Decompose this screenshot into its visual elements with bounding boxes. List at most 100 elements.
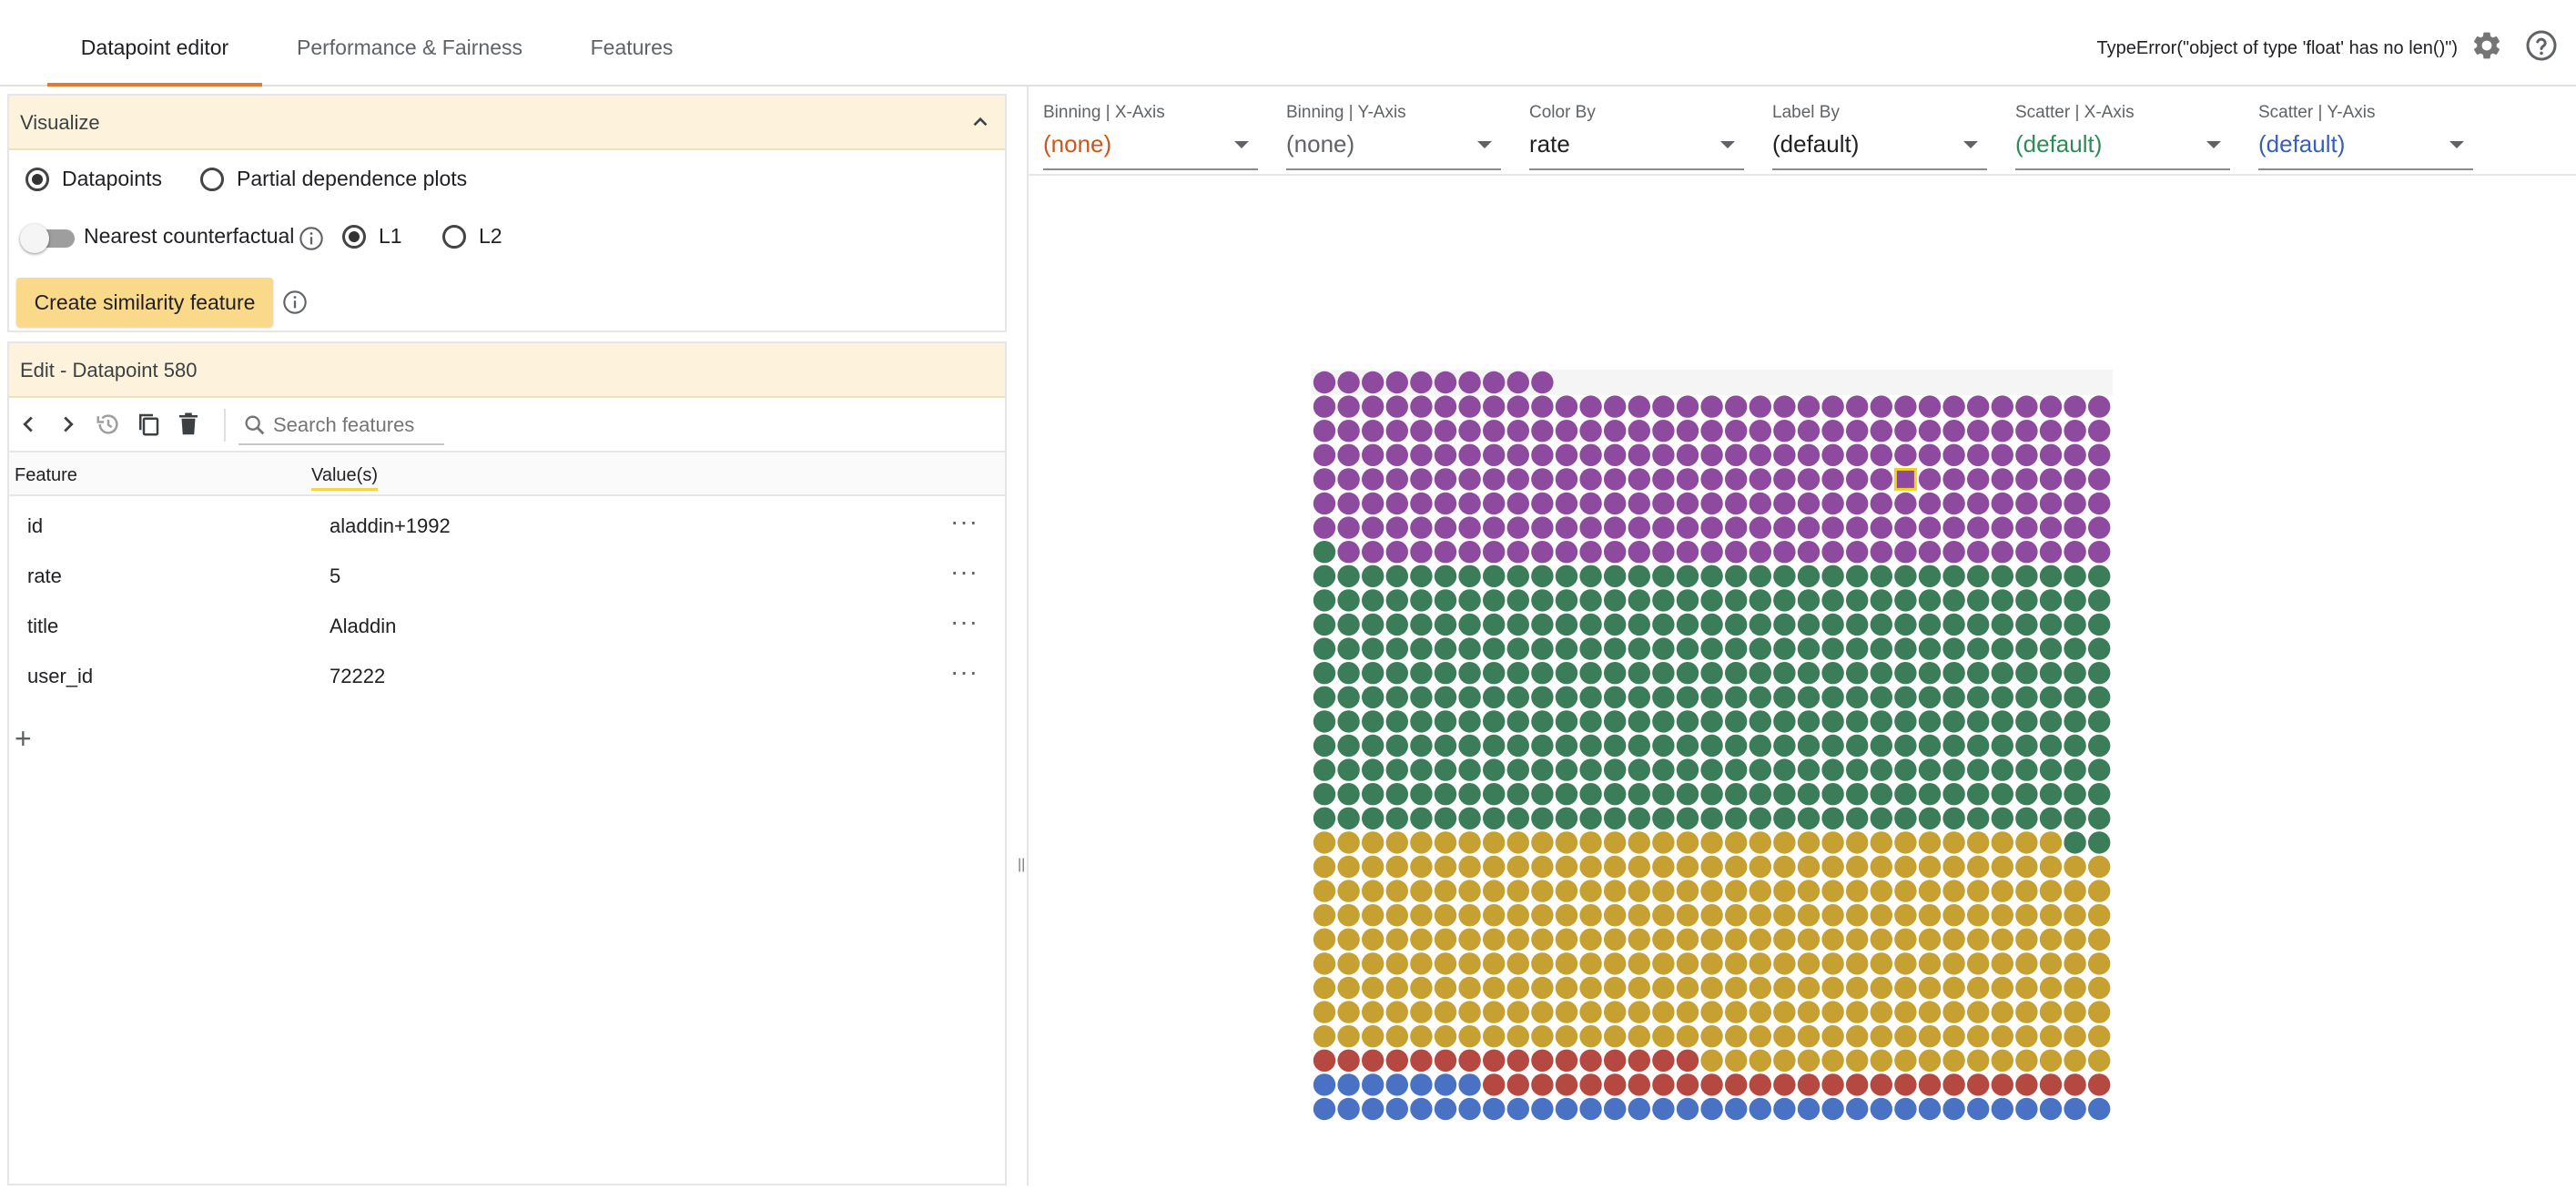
- datapoint[interactable]: [1652, 492, 1675, 515]
- datapoint[interactable]: [1652, 589, 1675, 612]
- datapoint[interactable]: [1579, 637, 1602, 660]
- datapoint[interactable]: [1991, 420, 2013, 442]
- datapoint[interactable]: [1942, 710, 1965, 733]
- datapoint[interactable]: [1555, 976, 1578, 1000]
- datapoint[interactable]: [1967, 541, 1990, 564]
- datapoint[interactable]: [1434, 855, 1457, 879]
- datapoint[interactable]: [1313, 395, 1336, 418]
- datapoint[interactable]: [1846, 564, 1869, 587]
- datapoint[interactable]: [1385, 952, 1408, 975]
- datapoint[interactable]: [1725, 880, 1748, 902]
- datapoint[interactable]: [1725, 710, 1748, 733]
- datapoint[interactable]: [2088, 904, 2111, 927]
- datapoint[interactable]: [1942, 783, 1965, 806]
- datapoint[interactable]: [1676, 1001, 1699, 1023]
- datapoint[interactable]: [1506, 1097, 1529, 1121]
- datapoint[interactable]: [1942, 1073, 1965, 1096]
- datapoint[interactable]: [2064, 662, 2086, 685]
- datapoint[interactable]: [1410, 976, 1433, 1000]
- datapoint[interactable]: [1846, 952, 1869, 975]
- datapoint[interactable]: [1362, 541, 1384, 564]
- datapoint[interactable]: [2015, 1073, 2038, 1096]
- datapoint[interactable]: [2064, 468, 2086, 491]
- datapoint[interactable]: [1749, 952, 1771, 975]
- datapoint[interactable]: [1410, 1025, 1433, 1048]
- datapoint[interactable]: [1700, 831, 1723, 854]
- datapoint[interactable]: [2039, 758, 2063, 781]
- datapoint[interactable]: [1725, 952, 1748, 975]
- datapoint[interactable]: [1773, 904, 1796, 927]
- datapoint[interactable]: [1506, 952, 1529, 975]
- datapoint[interactable]: [1362, 831, 1384, 854]
- datapoint[interactable]: [1870, 589, 1892, 612]
- datapoint[interactable]: [1337, 734, 1360, 758]
- datapoint[interactable]: [1894, 1025, 1917, 1048]
- datapoint[interactable]: [1700, 662, 1723, 685]
- datapoint[interactable]: [1313, 541, 1336, 564]
- datapoint[interactable]: [1385, 928, 1408, 951]
- datapoint[interactable]: [2088, 686, 2111, 708]
- datapoint[interactable]: [2039, 443, 2063, 466]
- datapoint[interactable]: [2088, 613, 2111, 636]
- datapoint[interactable]: [2088, 976, 2111, 1000]
- datapoint[interactable]: [1628, 783, 1650, 806]
- datapoint[interactable]: [1579, 662, 1602, 685]
- datapoint[interactable]: [1652, 928, 1675, 951]
- datapoint[interactable]: [1894, 395, 1917, 418]
- datapoint[interactable]: [1434, 371, 1457, 394]
- datapoint[interactable]: [1773, 1073, 1796, 1096]
- datapoint[interactable]: [1604, 710, 1627, 733]
- datapoint[interactable]: [1918, 589, 1942, 612]
- datapoint[interactable]: [1870, 1001, 1892, 1023]
- datapoint[interactable]: [1846, 589, 1869, 612]
- datapoint[interactable]: [1918, 783, 1942, 806]
- datapoint[interactable]: [2088, 880, 2111, 902]
- datapoint[interactable]: [1942, 904, 1965, 927]
- datapoint[interactable]: [1483, 564, 1506, 587]
- datapoint[interactable]: [1555, 686, 1578, 708]
- datapoint[interactable]: [1797, 710, 1820, 733]
- datapoint[interactable]: [1531, 589, 1554, 612]
- datapoint[interactable]: [1942, 637, 1965, 660]
- datapoint[interactable]: [2039, 734, 2063, 758]
- datapoint[interactable]: [1652, 613, 1675, 636]
- datapoint[interactable]: [2015, 589, 2038, 612]
- datapoint[interactable]: [1725, 589, 1748, 612]
- datapoint[interactable]: [1362, 928, 1384, 951]
- datapoint[interactable]: [1846, 831, 1869, 854]
- datapoint[interactable]: [1821, 420, 1844, 442]
- datapoint[interactable]: [1458, 589, 1481, 612]
- datapoint[interactable]: [1821, 1025, 1844, 1048]
- datapoint[interactable]: [2088, 1073, 2111, 1096]
- datapoint[interactable]: [1846, 904, 1869, 927]
- datapoint[interactable]: [1894, 443, 1917, 466]
- datapoint[interactable]: [1483, 1025, 1506, 1048]
- datapoint[interactable]: [1797, 880, 1820, 902]
- datapoint[interactable]: [1531, 1073, 1554, 1096]
- datapoint[interactable]: [1870, 758, 1892, 781]
- datapoint[interactable]: [1410, 686, 1433, 708]
- datapoint[interactable]: [1628, 662, 1650, 685]
- datapoint[interactable]: [1506, 686, 1529, 708]
- datapoint[interactable]: [1506, 831, 1529, 854]
- datapoint[interactable]: [1846, 758, 1869, 781]
- datapoint[interactable]: [1506, 589, 1529, 612]
- datapoint[interactable]: [1725, 831, 1748, 854]
- datapoint[interactable]: [1797, 686, 1820, 708]
- datapoint[interactable]: [2039, 855, 2063, 879]
- datapoint[interactable]: [1821, 1097, 1844, 1121]
- datapoint[interactable]: [1749, 613, 1771, 636]
- datapoint[interactable]: [1967, 443, 1990, 466]
- datapoint[interactable]: [1773, 564, 1796, 587]
- datapoint[interactable]: [1676, 758, 1699, 781]
- datapoint[interactable]: [2039, 492, 2063, 515]
- datapoint[interactable]: [1942, 564, 1965, 587]
- datapoint[interactable]: [1700, 758, 1723, 781]
- datapoint[interactable]: [1362, 443, 1384, 466]
- datapoint[interactable]: [1604, 904, 1627, 927]
- datapoint[interactable]: [1652, 952, 1675, 975]
- datapoint[interactable]: [1531, 516, 1554, 539]
- datapoint[interactable]: [1773, 468, 1796, 491]
- datapoint[interactable]: [1410, 468, 1433, 491]
- datapoint[interactable]: [1628, 831, 1650, 854]
